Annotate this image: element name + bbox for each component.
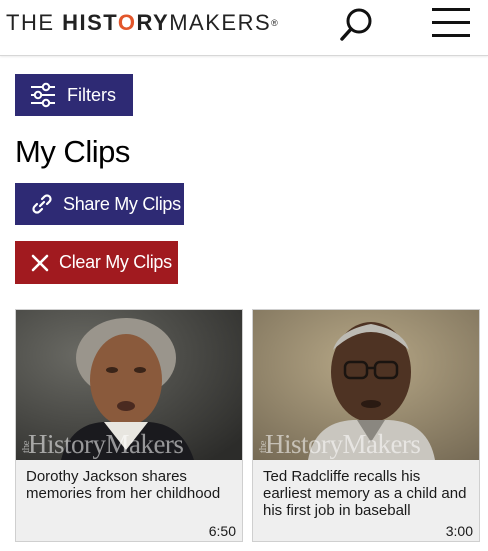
search-icon[interactable]	[338, 6, 376, 44]
sliders-icon	[29, 82, 57, 108]
link-icon	[31, 193, 53, 215]
clear-label: Clear My Clips	[59, 252, 172, 272]
page-title: My Clips	[15, 134, 130, 169]
clip-duration: 3:00	[445, 523, 473, 539]
logo-hist: HIST	[62, 10, 118, 35]
hamburger-menu-icon[interactable]	[430, 6, 472, 40]
clip-card[interactable]: theHistoryMakers Ted Radcliffe recalls h…	[252, 309, 480, 542]
filters-label: Filters	[67, 84, 116, 105]
filters-button[interactable]: Filters	[15, 74, 133, 116]
clip-caption[interactable]: Dorothy Jackson shares memories from her…	[26, 468, 232, 502]
clip-card[interactable]: theHistoryMakers Dorothy Jackson shares …	[15, 309, 243, 542]
clip-duration: 6:50	[208, 523, 236, 539]
clip-thumbnail[interactable]: theHistoryMakers	[16, 310, 242, 460]
logo-the: THE	[6, 10, 63, 35]
historymakers-watermark: theHistoryMakers	[256, 429, 421, 459]
clip-thumbnail[interactable]: theHistoryMakers	[253, 310, 479, 460]
historymakers-logo[interactable]: THE HISTORYMAKERS®	[6, 10, 278, 36]
historymakers-watermark: theHistoryMakers	[19, 429, 184, 459]
site-header: THE HISTORYMAKERS®	[0, 0, 488, 56]
logo-registered: ®	[271, 18, 278, 28]
close-icon	[31, 254, 49, 272]
clear-my-clips-button[interactable]: Clear My Clips	[15, 241, 178, 284]
logo-makers: MAKERS	[169, 10, 272, 35]
clip-caption[interactable]: Ted Radcliffe recalls his earliest memor…	[263, 468, 469, 519]
share-label: Share My Clips	[63, 193, 181, 214]
share-my-clips-button[interactable]: Share My Clips	[15, 183, 184, 225]
logo-o: O	[117, 10, 137, 35]
logo-ry: RY	[136, 10, 170, 35]
